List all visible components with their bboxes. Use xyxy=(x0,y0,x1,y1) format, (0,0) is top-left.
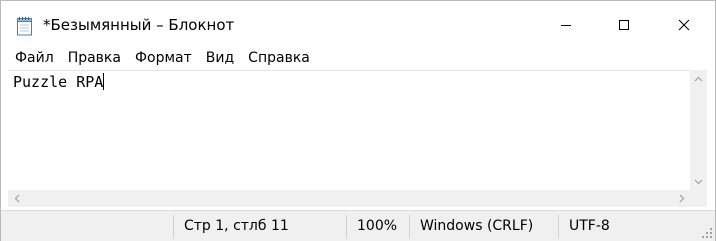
status-bar: Стр 1, стлб 11 100% Windows (CRLF) UTF-8 xyxy=(1,210,715,241)
maximize-button[interactable] xyxy=(595,1,653,49)
chevron-left-icon xyxy=(14,194,19,203)
vertical-scrollbar[interactable] xyxy=(690,70,707,190)
status-cursor-position: Стр 1, стлб 11 xyxy=(184,218,289,234)
menu-help[interactable]: Справка xyxy=(241,47,317,69)
text-editor[interactable]: Puzzle RPA xyxy=(8,70,698,190)
horizontal-scrollbar[interactable] xyxy=(8,190,690,207)
menu-view[interactable]: Вид xyxy=(199,47,241,69)
chevron-right-icon xyxy=(679,194,684,203)
close-button[interactable] xyxy=(653,1,715,49)
scrollbar-corner xyxy=(690,190,707,207)
notepad-window: *Безымянный – Блокнот Файл Правка Формат… xyxy=(0,0,716,241)
title-bar[interactable]: *Безымянный – Блокнот xyxy=(1,1,715,49)
resize-grip-icon[interactable] xyxy=(701,227,713,239)
notepad-icon xyxy=(17,17,32,36)
scroll-down-button[interactable] xyxy=(690,173,707,190)
status-encoding: UTF-8 xyxy=(569,218,610,234)
menu-edit[interactable]: Правка xyxy=(61,47,128,69)
minimize-button[interactable] xyxy=(537,1,595,49)
text-caret xyxy=(103,73,105,90)
scroll-up-button[interactable] xyxy=(690,70,707,87)
editor-text: Puzzle RPA xyxy=(13,73,104,91)
close-icon xyxy=(678,19,690,31)
editor-content-line[interactable]: Puzzle RPA xyxy=(13,73,105,91)
window-title: *Безымянный – Блокнот xyxy=(43,16,235,34)
status-zoom: 100% xyxy=(357,218,398,234)
menu-file[interactable]: Файл xyxy=(8,47,61,69)
chevron-down-icon xyxy=(694,179,703,184)
maximize-icon xyxy=(619,20,629,30)
scroll-left-button[interactable] xyxy=(8,190,25,207)
status-line-endings: Windows (CRLF) xyxy=(420,218,534,234)
menu-bar: Файл Правка Формат Вид Справка xyxy=(1,47,715,69)
scroll-right-button[interactable] xyxy=(673,190,690,207)
minimize-icon xyxy=(561,25,571,26)
menu-format[interactable]: Формат xyxy=(128,47,199,69)
chevron-up-icon xyxy=(694,76,703,81)
